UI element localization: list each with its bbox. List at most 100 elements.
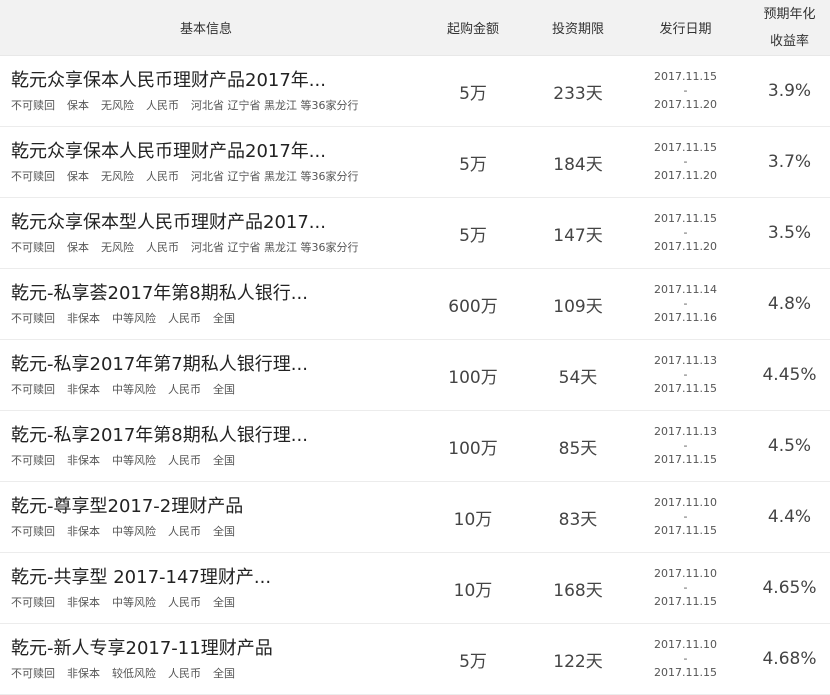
issue-date-range: 2017.11.10-2017.11.15 bbox=[622, 624, 749, 694]
issue-date-separator: - bbox=[683, 652, 688, 665]
product-tag: 不可赎回 bbox=[11, 99, 55, 112]
issue-date-range: 2017.11.15-2017.11.20 bbox=[622, 198, 749, 268]
min-amount: 10万 bbox=[453, 580, 493, 601]
table-row[interactable]: 乾元-共享型 2017-147理财产... 不可赎回 非保本 中等风险 人民币 全国 10万… bbox=[0, 553, 830, 624]
issue-date-end: 2017.11.15 bbox=[654, 666, 717, 679]
product-name-link[interactable]: 乾元众享保本人民币理财产品2017年... bbox=[11, 69, 326, 93]
product-tag: 中等风险 bbox=[112, 454, 156, 467]
product-info-cell: 乾元-私享荟2017年第8期私人银行... 不可赎回 非保本 中等风险 人民币 全国 bbox=[0, 269, 412, 339]
product-tag: 不可赎回 bbox=[11, 312, 55, 325]
expected-yield: 4.4% bbox=[767, 507, 812, 527]
issue-date-start: 2017.11.10 bbox=[654, 496, 717, 509]
issue-date-separator: - bbox=[683, 226, 688, 239]
product-tags: 不可赎回 保本 无风险 人民币 河北省 辽宁省 黑龙江 等36家分行 bbox=[11, 97, 359, 113]
issue-date-end: 2017.11.20 bbox=[654, 240, 717, 253]
issue-date-start: 2017.11.14 bbox=[654, 283, 717, 296]
min-amount: 5万 bbox=[459, 651, 487, 672]
product-tag: 全国 bbox=[213, 312, 235, 325]
product-tag: 不可赎回 bbox=[11, 383, 55, 396]
header-term: 投资期限 bbox=[551, 22, 604, 37]
issue-date-end: 2017.11.20 bbox=[654, 98, 717, 111]
product-info-cell: 乾元-私享2017年第8期私人银行理... 不可赎回 非保本 中等风险 人民币 全国 bbox=[0, 411, 412, 481]
product-tag: 中等风险 bbox=[112, 312, 156, 325]
table-row[interactable]: 乾元-私享荟2017年第8期私人银行... 不可赎回 非保本 中等风险 人民币 全国 600… bbox=[0, 269, 830, 340]
product-tag: 保本 bbox=[67, 241, 89, 254]
issue-date-range: 2017.11.10-2017.11.15 bbox=[622, 553, 749, 623]
product-tag: 河北省 辽宁省 黑龙江 等36家分行 bbox=[191, 99, 359, 112]
table-row[interactable]: 乾元众享保本型人民币理财产品2017... 不可赎回 保本 无风险 人民币 河北省 辽宁省… bbox=[0, 198, 830, 269]
product-tag: 人民币 bbox=[168, 383, 201, 396]
issue-date-range: 2017.11.13-2017.11.15 bbox=[622, 340, 749, 410]
product-name-link[interactable]: 乾元众享保本人民币理财产品2017年... bbox=[11, 140, 326, 164]
product-name-link[interactable]: 乾元-共享型 2017-147理财产... bbox=[11, 566, 271, 590]
issue-date-start: 2017.11.15 bbox=[654, 70, 717, 83]
product-name-link[interactable]: 乾元-尊享型2017-2理财产品 bbox=[11, 495, 243, 519]
product-name-link[interactable]: 乾元-私享2017年第7期私人银行理... bbox=[11, 353, 308, 377]
product-tag: 全国 bbox=[213, 667, 235, 680]
product-info-cell: 乾元众享保本型人民币理财产品2017... 不可赎回 保本 无风险 人民币 河北省 辽宁省… bbox=[0, 198, 412, 268]
product-tag: 河北省 辽宁省 黑龙江 等36家分行 bbox=[191, 170, 359, 183]
issue-date-end: 2017.11.15 bbox=[654, 524, 717, 537]
table-row[interactable]: 乾元-私享2017年第7期私人银行理... 不可赎回 非保本 中等风险 人民币 全国 100… bbox=[0, 340, 830, 411]
investment-term: 147天 bbox=[553, 225, 603, 246]
header-issue-date: 发行日期 bbox=[659, 22, 712, 37]
product-tag: 不可赎回 bbox=[11, 525, 55, 538]
product-tag: 河北省 辽宁省 黑龙江 等36家分行 bbox=[191, 241, 359, 254]
product-info-cell: 乾元众享保本人民币理财产品2017年... 不可赎回 保本 无风险 人民币 河北省 辽宁省… bbox=[0, 127, 412, 197]
product-tags: 不可赎回 非保本 较低风险 人民币 全国 bbox=[11, 665, 235, 681]
product-tag: 全国 bbox=[213, 383, 235, 396]
investment-term: 184天 bbox=[553, 154, 603, 175]
product-name-link[interactable]: 乾元众享保本型人民币理财产品2017... bbox=[11, 211, 326, 235]
issue-date-range: 2017.11.15-2017.11.20 bbox=[622, 56, 749, 126]
min-amount: 10万 bbox=[453, 509, 493, 530]
header-min-amount: 起购金额 bbox=[446, 22, 499, 37]
issue-date-start: 2017.11.10 bbox=[654, 638, 717, 651]
table-row[interactable]: 乾元-私享2017年第8期私人银行理... 不可赎回 非保本 中等风险 人民币 全国 100… bbox=[0, 411, 830, 482]
product-tag: 人民币 bbox=[168, 312, 201, 325]
issue-date-range: 2017.11.10-2017.11.15 bbox=[622, 482, 749, 552]
product-table: 基本信息 起购金额 投资期限 发行日期 预期年化 收益率 乾元众享保本人民币理财… bbox=[0, 0, 830, 695]
product-tags: 不可赎回 非保本 中等风险 人民币 全国 bbox=[11, 523, 235, 539]
min-amount: 5万 bbox=[459, 154, 487, 175]
investment-term: 54天 bbox=[558, 367, 598, 388]
table-row[interactable]: 乾元-新人专享2017-11理财产品 不可赎回 非保本 较低风险 人民币 全国 5万 122天… bbox=[0, 624, 830, 695]
table-body: 乾元众享保本人民币理财产品2017年... 不可赎回 保本 无风险 人民币 河北省 辽宁省… bbox=[0, 56, 830, 695]
issue-date-start: 2017.11.13 bbox=[654, 425, 717, 438]
expected-yield: 4.68% bbox=[762, 649, 817, 669]
product-tag: 无风险 bbox=[101, 99, 134, 112]
product-info-cell: 乾元众享保本人民币理财产品2017年... 不可赎回 保本 无风险 人民币 河北省 辽宁省… bbox=[0, 56, 412, 126]
product-tag: 中等风险 bbox=[112, 383, 156, 396]
product-name-link[interactable]: 乾元-私享2017年第8期私人银行理... bbox=[11, 424, 308, 448]
table-row[interactable]: 乾元众享保本人民币理财产品2017年... 不可赎回 保本 无风险 人民币 河北省 辽宁省… bbox=[0, 127, 830, 198]
issue-date-separator: - bbox=[683, 439, 688, 452]
min-amount: 600万 bbox=[448, 296, 498, 317]
product-tag: 人民币 bbox=[146, 170, 179, 183]
table-row[interactable]: 乾元-尊享型2017-2理财产品 不可赎回 非保本 中等风险 人民币 全国 10万 83天 20… bbox=[0, 482, 830, 553]
product-tags: 不可赎回 保本 无风险 人民币 河北省 辽宁省 黑龙江 等36家分行 bbox=[11, 239, 359, 255]
issue-date-range: 2017.11.15-2017.11.20 bbox=[622, 127, 749, 197]
product-tag: 人民币 bbox=[168, 525, 201, 538]
product-tag: 较低风险 bbox=[112, 667, 156, 680]
product-tags: 不可赎回 非保本 中等风险 人民币 全国 bbox=[11, 310, 235, 326]
product-info-cell: 乾元-新人专享2017-11理财产品不可赎回 非保本 较低风险 人民币 全国 bbox=[0, 624, 412, 694]
expected-yield: 4.65% bbox=[762, 578, 817, 598]
product-info-cell: 乾元-尊享型2017-2理财产品不可赎回 非保本 中等风险 人民币 全国 bbox=[0, 482, 412, 552]
issue-date-separator: - bbox=[683, 84, 688, 97]
product-tag: 无风险 bbox=[101, 241, 134, 254]
product-tag: 人民币 bbox=[168, 667, 201, 680]
product-info-cell: 乾元-私享2017年第7期私人银行理... 不可赎回 非保本 中等风险 人民币 全国 bbox=[0, 340, 412, 410]
product-tags: 不可赎回 保本 无风险 人民币 河北省 辽宁省 黑龙江 等36家分行 bbox=[11, 168, 359, 184]
min-amount: 100万 bbox=[448, 438, 498, 459]
header-yield-line1: 预期年化 bbox=[763, 6, 816, 22]
investment-term: 168天 bbox=[553, 580, 603, 601]
product-tag: 人民币 bbox=[168, 454, 201, 467]
product-name-link[interactable]: 乾元-私享荟2017年第8期私人银行... bbox=[11, 282, 308, 306]
issue-date-separator: - bbox=[683, 368, 688, 381]
issue-date-range: 2017.11.13-2017.11.15 bbox=[622, 411, 749, 481]
product-tag: 全国 bbox=[213, 454, 235, 467]
header-expected-yield: 预期年化 收益率 bbox=[749, 0, 830, 55]
product-tags: 不可赎回 非保本 中等风险 人民币 全国 bbox=[11, 594, 235, 610]
product-tag: 人民币 bbox=[168, 596, 201, 609]
table-row[interactable]: 乾元众享保本人民币理财产品2017年... 不可赎回 保本 无风险 人民币 河北省 辽宁省… bbox=[0, 56, 830, 127]
product-name-link[interactable]: 乾元-新人专享2017-11理财产品 bbox=[11, 637, 273, 661]
